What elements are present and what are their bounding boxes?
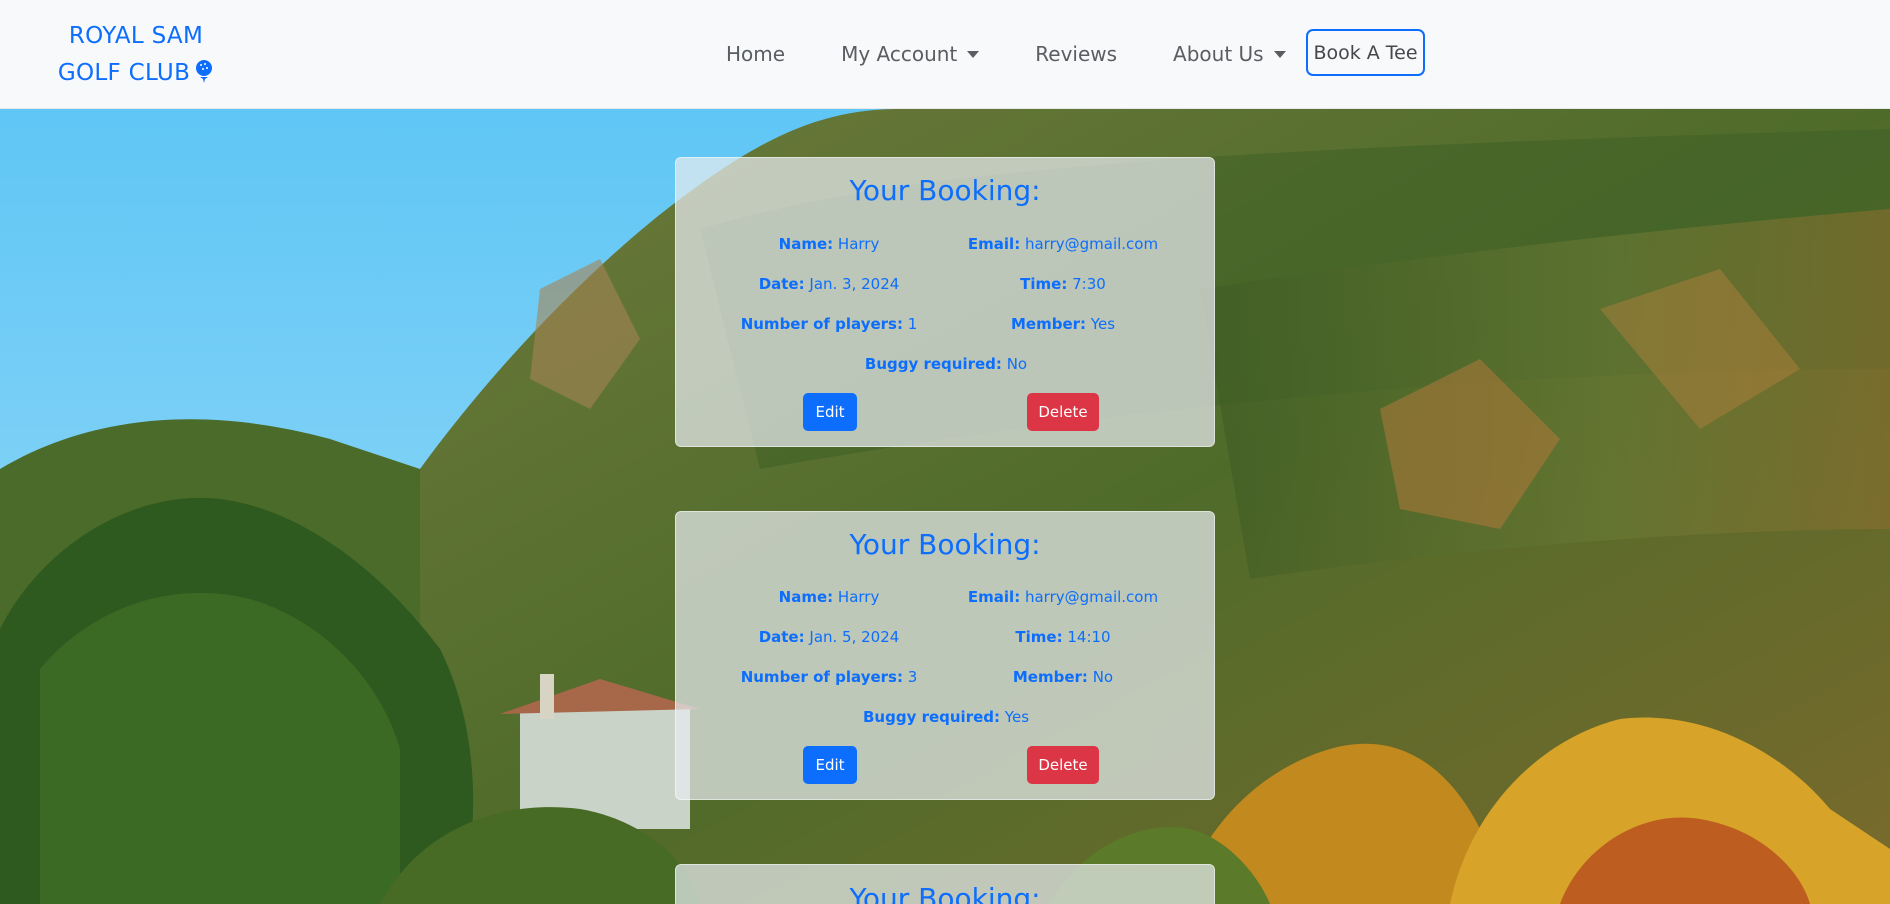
- players-value: 3: [907, 668, 918, 686]
- booking-players-field: Number of players: 3: [741, 668, 918, 686]
- date-label: Date:: [758, 275, 805, 293]
- players-label: Number of players:: [740, 315, 903, 333]
- booking-title: Your Booking:: [849, 882, 1041, 904]
- booking-member-field: Member: Yes: [1011, 315, 1115, 333]
- booking-name-field: Name: Harry: [779, 588, 880, 606]
- players-value: 1: [907, 315, 918, 333]
- buggy-value: No: [1006, 355, 1028, 373]
- booking-name-field: Name: Harry: [779, 235, 880, 253]
- navbar: ROYAL SAM GOLF CLUB Home My Account Revi…: [0, 0, 1890, 109]
- booking-date-field: Date: Jan. 5, 2024: [759, 628, 900, 646]
- name-value: Harry: [837, 235, 880, 253]
- buggy-value: Yes: [1004, 708, 1030, 726]
- time-label: Time:: [1015, 628, 1063, 646]
- email-label: Email:: [967, 235, 1021, 253]
- nav-reviews[interactable]: Reviews: [1035, 42, 1117, 66]
- buggy-label: Buggy required:: [864, 355, 1002, 373]
- nav-about-us-dropdown[interactable]: About Us: [1173, 42, 1286, 66]
- edit-booking-button[interactable]: Edit: [803, 746, 857, 784]
- edit-booking-button[interactable]: Edit: [803, 393, 857, 431]
- date-value: Jan. 5, 2024: [809, 628, 900, 646]
- booking-buggy-field: Buggy required: Yes: [863, 708, 1029, 726]
- time-label: Time:: [1020, 275, 1068, 293]
- booking-title: Your Booking:: [849, 528, 1041, 561]
- buggy-label: Buggy required:: [862, 708, 1001, 726]
- date-label: Date:: [758, 628, 805, 646]
- nav-home-label: Home: [726, 42, 786, 66]
- booking-email-field: Email: harry@gmail.com: [968, 235, 1158, 253]
- golf-ball-tee-icon: [194, 58, 214, 95]
- caret-down-icon: [1273, 50, 1286, 58]
- book-a-tee-button[interactable]: Book A Tee: [1306, 29, 1425, 76]
- booking-card: Your Booking: Name: Harry Email: harry@g…: [675, 157, 1215, 447]
- players-label: Number of players:: [740, 668, 903, 686]
- brand-logo[interactable]: ROYAL SAM GOLF CLUB: [56, 18, 216, 95]
- email-value: harry@gmail.com: [1024, 588, 1159, 606]
- member-label: Member:: [1012, 668, 1088, 686]
- brand-line-2: GOLF CLUB: [57, 60, 191, 86]
- nav-about-us-label: About Us: [1173, 42, 1264, 66]
- time-value: 7:30: [1072, 275, 1106, 293]
- email-label: Email:: [967, 588, 1021, 606]
- booking-email-field: Email: harry@gmail.com: [968, 588, 1158, 606]
- booking-member-field: Member: No: [1013, 668, 1113, 686]
- booking-time-field: Time: 14:10: [1015, 628, 1110, 646]
- booking-card: Your Booking: Name: Harry Email: harry@g…: [675, 511, 1215, 800]
- email-value: harry@gmail.com: [1024, 235, 1159, 253]
- nav-my-account-label: My Account: [841, 42, 958, 66]
- brand-line-1: ROYAL SAM: [68, 23, 204, 49]
- nav-reviews-label: Reviews: [1035, 42, 1118, 66]
- nav-home[interactable]: Home: [726, 42, 785, 66]
- booking-date-field: Date: Jan. 3, 2024: [759, 275, 900, 293]
- booking-buggy-field: Buggy required: No: [865, 355, 1027, 373]
- member-value: No: [1092, 668, 1114, 686]
- member-value: Yes: [1090, 315, 1116, 333]
- booking-players-field: Number of players: 1: [741, 315, 918, 333]
- name-value: Harry: [837, 588, 880, 606]
- delete-booking-button[interactable]: Delete: [1027, 393, 1099, 431]
- nav-my-account-dropdown[interactable]: My Account: [841, 42, 980, 66]
- time-value: 14:10: [1067, 628, 1111, 646]
- delete-booking-button[interactable]: Delete: [1027, 746, 1099, 784]
- booking-card: Your Booking:: [675, 864, 1215, 904]
- caret-down-icon: [967, 50, 980, 58]
- booking-title: Your Booking:: [849, 174, 1041, 207]
- name-label: Name:: [778, 588, 834, 606]
- booking-time-field: Time: 7:30: [1020, 275, 1106, 293]
- name-label: Name:: [778, 235, 834, 253]
- date-value: Jan. 3, 2024: [809, 275, 900, 293]
- nav-menu: Home My Account Reviews About Us: [726, 32, 1342, 76]
- member-label: Member:: [1010, 315, 1087, 333]
